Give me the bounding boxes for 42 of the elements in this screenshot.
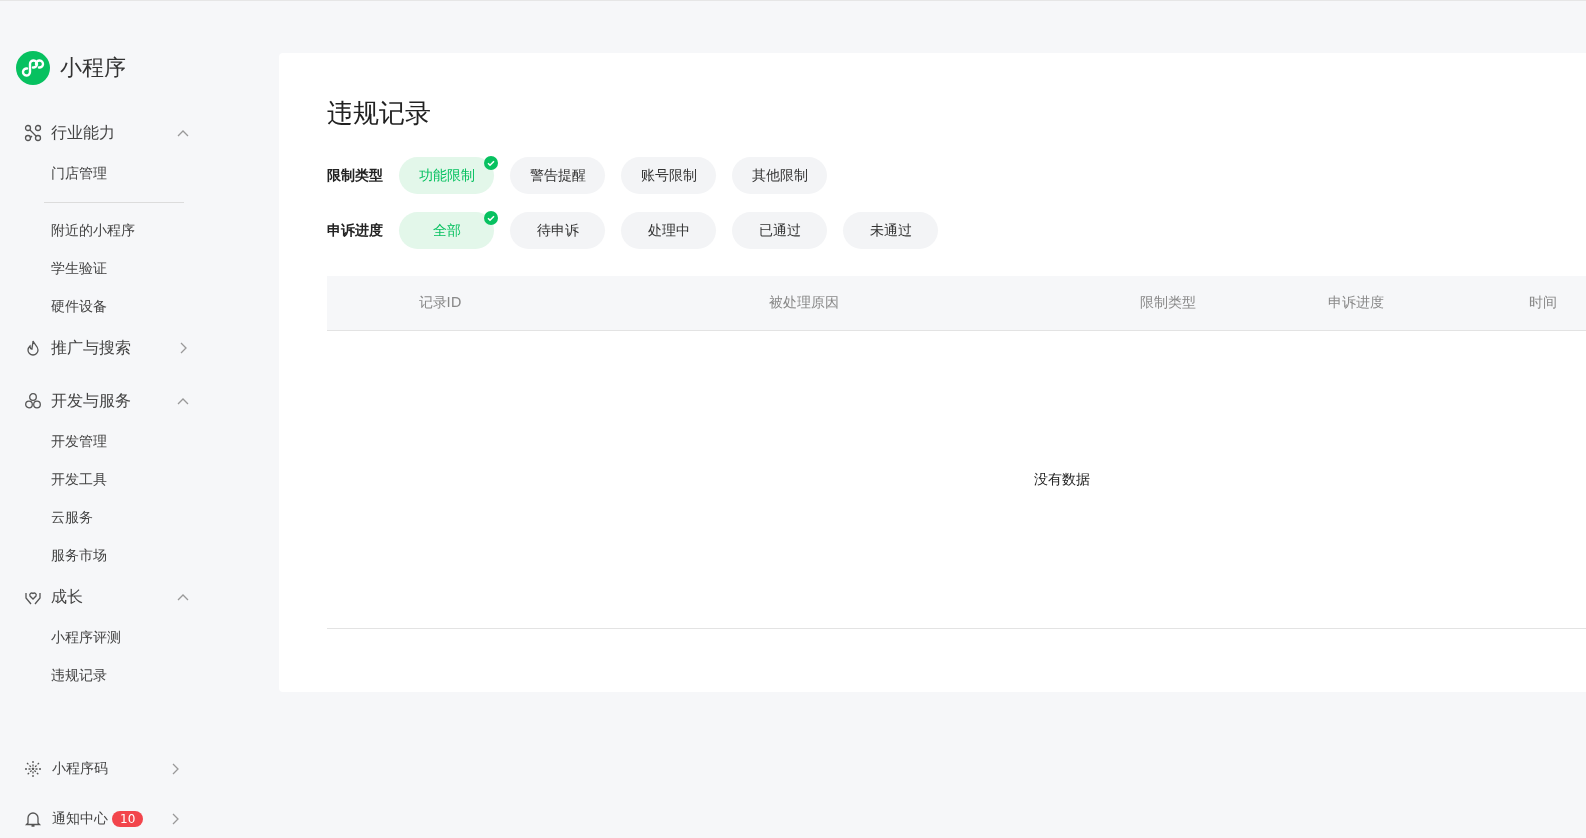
- flame-icon: [24, 339, 42, 357]
- nav-item[interactable]: 云服务: [51, 509, 93, 527]
- filter-label: 申诉进度: [327, 221, 383, 240]
- nav-group-label[interactable]: 开发与服务: [51, 390, 131, 412]
- circles-icon: [24, 392, 42, 410]
- check-icon: [484, 211, 498, 225]
- filter-chip[interactable]: 未通过: [843, 212, 938, 249]
- filter-chip[interactable]: 处理中: [621, 212, 716, 249]
- nav-item[interactable]: 服务市场: [51, 547, 107, 565]
- nav-item[interactable]: 附近的小程序: [51, 222, 135, 240]
- column-header: 限制类型: [1139, 294, 1197, 312]
- filter-chip[interactable]: 已通过: [732, 212, 827, 249]
- empty-message: 没有数据: [1034, 470, 1090, 489]
- nav-item[interactable]: 开发管理: [51, 433, 107, 451]
- nav-item[interactable]: 学生验证: [51, 260, 107, 278]
- column-header: 被处理原因: [768, 294, 840, 312]
- nav-item[interactable]: 门店管理: [51, 165, 107, 183]
- bell-icon: [24, 810, 42, 828]
- column-header: 记录ID: [417, 294, 463, 312]
- filter-label: 限制类型: [327, 166, 383, 185]
- check-icon: [484, 156, 498, 170]
- filter-chip[interactable]: 待申诉: [510, 212, 605, 249]
- nodes-icon: [24, 124, 42, 142]
- nav-item[interactable]: 开发工具: [51, 471, 107, 489]
- logo-icon: [16, 51, 50, 85]
- nav-group-label[interactable]: 小程序码: [52, 760, 108, 778]
- column-header: 时间: [1528, 294, 1558, 312]
- nav-group-label[interactable]: 行业能力: [51, 122, 115, 144]
- app-name: 小程序: [60, 54, 126, 82]
- filter-chip[interactable]: 其他限制: [732, 157, 827, 194]
- nav-group-label[interactable]: 通知中心: [52, 810, 108, 828]
- page-title: 违规记录: [327, 97, 432, 130]
- sparkle-icon: [24, 760, 42, 778]
- nav-item[interactable]: 小程序评测: [51, 629, 121, 647]
- column-header: 申诉进度: [1327, 294, 1385, 312]
- nav-group-label[interactable]: 推广与搜索: [51, 337, 131, 359]
- nav-item[interactable]: 硬件设备: [51, 298, 107, 316]
- count-badge: 10: [112, 811, 144, 827]
- nav-group-label[interactable]: 成长: [51, 586, 83, 608]
- nav-item[interactable]: 违规记录: [51, 667, 107, 685]
- filter-chip[interactable]: 账号限制: [621, 157, 716, 194]
- filter-chip[interactable]: 警告提醒: [510, 157, 605, 194]
